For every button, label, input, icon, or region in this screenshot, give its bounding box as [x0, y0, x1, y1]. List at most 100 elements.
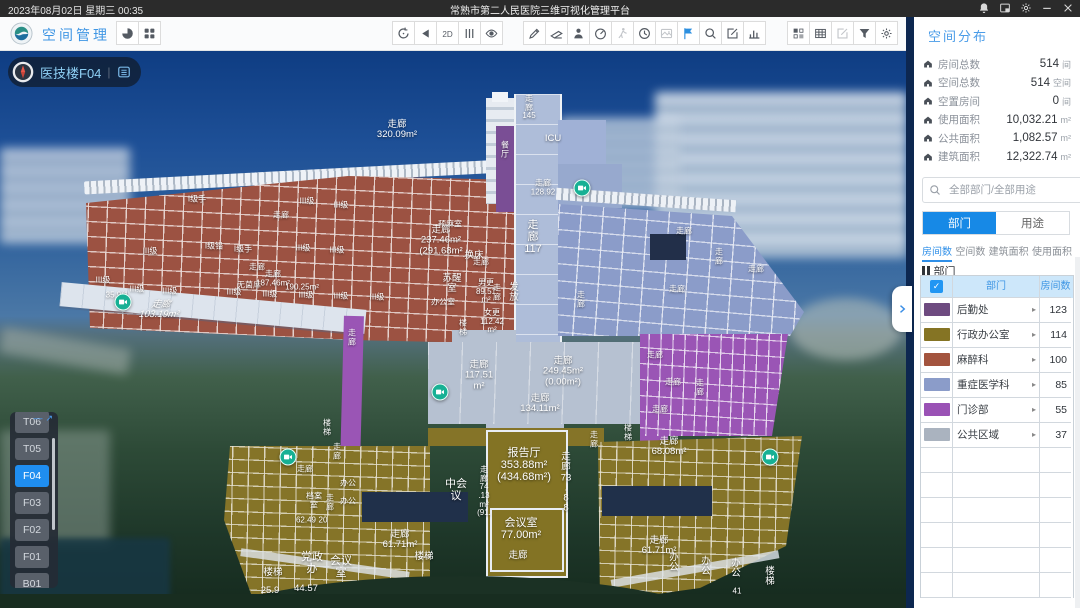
close-icon[interactable]: [1062, 2, 1074, 14]
header-toolbar: 空间管理 2D: [0, 17, 906, 51]
sidebar-scrollbar[interactable]: [1075, 257, 1080, 608]
camera-marker[interactable]: [432, 384, 449, 401]
fullscreen-panel-icon[interactable]: ↗: [45, 413, 53, 424]
subtab-房间数[interactable]: 房间数: [922, 243, 952, 262]
floor-button-F03[interactable]: F03: [15, 492, 49, 514]
table-row[interactable]: 行政办公室▸114: [921, 323, 1073, 348]
toolbar-2d-button[interactable]: 2D: [436, 21, 459, 45]
toolbar-blocks-button[interactable]: [787, 21, 810, 45]
department-name: 公共区域: [953, 429, 999, 441]
building-badge[interactable]: 医技楼F04 |: [8, 57, 141, 87]
floor-list: T06T05F04F03F02F01B01: [15, 422, 49, 588]
column-header-department: 部门: [953, 276, 1040, 298]
stat-row: 公共面积1,082.57m²: [914, 129, 1080, 148]
select-all-cell: ✓: [921, 276, 953, 298]
filter-icon: [858, 27, 871, 40]
floor-panel-scrollbar[interactable]: [52, 438, 55, 530]
compass-icon: [12, 61, 34, 83]
toolbar-person-button[interactable]: [567, 21, 590, 45]
collapse-panel-icon[interactable]: —: [33, 413, 42, 424]
table-row[interactable]: 麻醉科▸100: [921, 348, 1073, 373]
table-row[interactable]: 重症医学科▸85: [921, 373, 1073, 398]
toolbar-dashboard-button[interactable]: [589, 21, 612, 45]
table-row[interactable]: 门诊部▸55: [921, 398, 1073, 423]
room-count-cell: 114: [1040, 323, 1071, 348]
layers-icon[interactable]: [117, 65, 131, 79]
stat-unit: m²: [1061, 152, 1072, 162]
expand-caret-icon[interactable]: ▸: [1032, 398, 1036, 422]
tab-部门[interactable]: 部门: [923, 212, 996, 234]
toolbar-edit2-button[interactable]: [831, 21, 854, 45]
color-swatch-cell: [921, 423, 953, 448]
empty-row: [921, 498, 1073, 523]
color-swatch: [924, 403, 950, 416]
person-icon: [572, 27, 585, 40]
floor-selector-panel[interactable]: — ↗ T06T05F04F03F02F01B01: [10, 412, 58, 588]
toolbar-time-button[interactable]: [633, 21, 656, 45]
expand-caret-icon[interactable]: ▸: [1032, 323, 1036, 347]
search-input[interactable]: [947, 183, 1069, 197]
toolbar-roam-button[interactable]: [611, 21, 634, 45]
select-all-checkbox[interactable]: ✓: [930, 280, 943, 293]
toolbar-stats-button[interactable]: [743, 21, 766, 45]
toolbar-edit-button[interactable]: [721, 21, 744, 45]
titlebar-icons: [978, 2, 1074, 14]
color-swatch-cell: [921, 298, 953, 323]
department-table: ✓部门房间数后勤处▸123行政办公室▸114麻醉科▸100重症医学科▸85门诊部…: [920, 275, 1074, 598]
stats-icon: [748, 27, 761, 40]
minimize-icon[interactable]: [1041, 2, 1053, 14]
screen-icon[interactable]: [999, 2, 1011, 14]
stat-label: 公共面积: [938, 131, 980, 146]
toolbar-settings-button[interactable]: [875, 21, 898, 45]
camera-marker[interactable]: [115, 294, 132, 311]
camera-marker[interactable]: [280, 449, 297, 466]
floor-button-F02[interactable]: F02: [15, 519, 49, 541]
floor-button-T05[interactable]: T05: [15, 438, 49, 460]
empty-cell: [921, 573, 953, 598]
toolbar-filter-button[interactable]: [853, 21, 876, 45]
subtab-使用面积[interactable]: 使用面积: [1032, 243, 1072, 262]
chevron-right-icon: [896, 303, 908, 315]
stat-row: 房间总数514间: [914, 55, 1080, 74]
toolbar-columns-button[interactable]: [458, 21, 481, 45]
search-box[interactable]: [922, 177, 1080, 203]
subtab-建筑面积[interactable]: 建筑面积: [989, 243, 1029, 262]
toolbar-eye-button[interactable]: [480, 21, 503, 45]
tab-用途[interactable]: 用途: [996, 212, 1069, 234]
toolbar-measure-button[interactable]: [523, 21, 546, 45]
toolbar-wall-button[interactable]: [545, 21, 568, 45]
expand-caret-icon[interactable]: ▸: [1032, 348, 1036, 372]
building-icon: [923, 115, 933, 125]
expand-caret-icon[interactable]: ▸: [1032, 298, 1036, 322]
settings-icon[interactable]: [1020, 2, 1032, 14]
toolbar: 2D: [0, 17, 906, 50]
expand-caret-icon[interactable]: ▸: [1032, 423, 1036, 447]
stat-label: 空间总数: [938, 75, 980, 90]
floor-button-F04[interactable]: F04: [15, 465, 49, 487]
sidebar-collapse-button[interactable]: [892, 286, 912, 332]
subtab-空间数[interactable]: 空间数: [955, 243, 985, 262]
3d-viewport[interactable]: 走廊 320.09m²I级手III级III级走廊I级铅I级手III级III级II…: [0, 50, 906, 608]
toolbar-search-button[interactable]: [699, 21, 722, 45]
toolbar-table-button[interactable]: [809, 21, 832, 45]
color-swatch: [924, 353, 950, 366]
table-header-row: ✓部门房间数: [921, 276, 1073, 298]
expand-caret-icon[interactable]: ▸: [1032, 373, 1036, 397]
building-icon: [923, 59, 933, 69]
stat-unit: m²: [1061, 133, 1072, 143]
stat-value: 0: [1053, 95, 1059, 107]
toolbar-scene-button[interactable]: [655, 21, 678, 45]
floor-button-B01[interactable]: B01: [15, 573, 49, 588]
toolbar-flag-button[interactable]: [677, 21, 700, 45]
2d-icon: 2D: [441, 27, 454, 40]
camera-marker[interactable]: [762, 449, 779, 466]
edit2-icon: [836, 27, 849, 40]
toolbar-back-button[interactable]: [414, 21, 437, 45]
toolbar-rotate-reset-button[interactable]: [392, 21, 415, 45]
table-row[interactable]: 公共区域▸37: [921, 423, 1073, 448]
bell-icon[interactable]: [978, 2, 990, 14]
table-row[interactable]: 后勤处▸123: [921, 298, 1073, 323]
camera-marker[interactable]: [574, 180, 591, 197]
floor-button-F01[interactable]: F01: [15, 546, 49, 568]
empty-cell: [921, 523, 953, 548]
